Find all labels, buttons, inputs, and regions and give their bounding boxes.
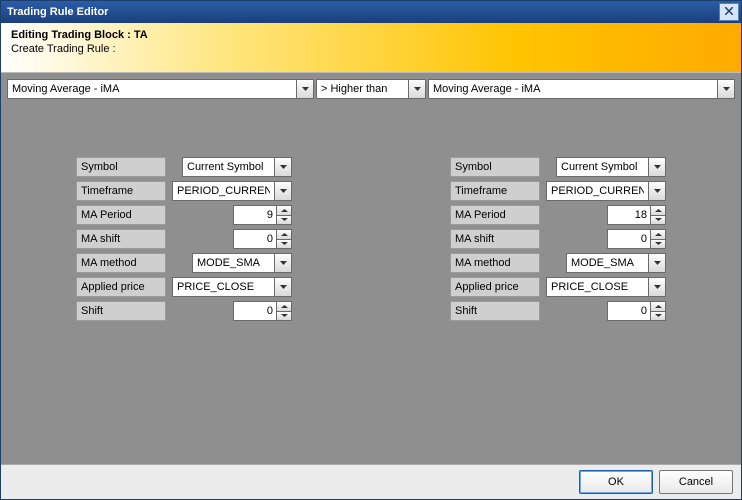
label-ma-shift: MA shift	[76, 229, 166, 249]
left-ma-shift-input[interactable]	[234, 230, 276, 248]
left-symbol-input[interactable]	[183, 158, 274, 176]
left-shift-stepper[interactable]	[233, 301, 292, 321]
right-ma-method-combo[interactable]	[566, 253, 666, 273]
dropdown-button[interactable]	[648, 158, 665, 176]
right-indicator-input[interactable]	[429, 80, 717, 98]
right-symbol-combo[interactable]	[556, 157, 666, 177]
window: Trading Rule Editor Editing Trading Bloc…	[0, 0, 742, 500]
label-applied-price: Applied price	[450, 277, 540, 297]
right-symbol-input[interactable]	[557, 158, 648, 176]
spinner[interactable]	[276, 206, 291, 224]
label-ma-period: MA Period	[76, 205, 166, 225]
rule-row	[1, 73, 741, 101]
label-ma-period: MA Period	[450, 205, 540, 225]
banner-sub: Create Trading Rule :	[11, 43, 731, 55]
left-ma-period-input[interactable]	[234, 206, 276, 224]
dropdown-button[interactable]	[274, 278, 291, 296]
right-indicator-combo[interactable]	[428, 79, 735, 99]
ok-button[interactable]: OK	[579, 470, 653, 494]
dropdown-button[interactable]	[274, 254, 291, 272]
left-indicator-input[interactable]	[8, 80, 296, 98]
right-applied-price-input[interactable]	[547, 278, 648, 296]
window-title: Trading Rule Editor	[7, 6, 108, 18]
label-symbol: Symbol	[450, 157, 540, 177]
dropdown-button[interactable]	[648, 182, 665, 200]
right-ma-shift-stepper[interactable]	[607, 229, 666, 249]
close-icon	[725, 6, 733, 18]
left-applied-price-input[interactable]	[173, 278, 274, 296]
close-button[interactable]	[719, 3, 739, 21]
spinner[interactable]	[650, 302, 665, 320]
label-timeframe: Timeframe	[450, 181, 540, 201]
right-applied-price-combo[interactable]	[546, 277, 666, 297]
label-ma-method: MA method	[450, 253, 540, 273]
left-timeframe-combo[interactable]	[172, 181, 292, 201]
dropdown-button[interactable]	[648, 254, 665, 272]
left-shift-input[interactable]	[234, 302, 276, 320]
parameters-panel: Symbol Timeframe MA Period MA shift MA m…	[1, 101, 741, 464]
footer: OK Cancel	[1, 464, 741, 499]
dropdown-button[interactable]	[648, 278, 665, 296]
cancel-button[interactable]: Cancel	[659, 470, 733, 494]
banner: Editing Trading Block : TA Create Tradin…	[1, 23, 741, 73]
left-timeframe-input[interactable]	[173, 182, 274, 200]
right-ma-period-stepper[interactable]	[607, 205, 666, 225]
operator-input[interactable]	[317, 80, 408, 98]
right-ma-shift-input[interactable]	[608, 230, 650, 248]
spinner[interactable]	[276, 302, 291, 320]
left-indicator-combo[interactable]	[7, 79, 314, 99]
operator-combo[interactable]	[316, 79, 426, 99]
left-ma-period-stepper[interactable]	[233, 205, 292, 225]
dropdown-button[interactable]	[296, 80, 313, 98]
right-params: Symbol Timeframe MA Period MA shift MA m…	[381, 105, 735, 464]
spinner[interactable]	[650, 206, 665, 224]
right-ma-method-input[interactable]	[567, 254, 648, 272]
left-params: Symbol Timeframe MA Period MA shift MA m…	[7, 105, 361, 464]
dropdown-button[interactable]	[274, 182, 291, 200]
label-timeframe: Timeframe	[76, 181, 166, 201]
ok-label: OK	[608, 476, 624, 488]
banner-heading: Editing Trading Block : TA	[11, 29, 731, 41]
right-shift-stepper[interactable]	[607, 301, 666, 321]
right-shift-input[interactable]	[608, 302, 650, 320]
left-ma-method-combo[interactable]	[192, 253, 292, 273]
left-symbol-combo[interactable]	[182, 157, 292, 177]
label-ma-method: MA method	[76, 253, 166, 273]
spinner[interactable]	[650, 230, 665, 248]
dropdown-button[interactable]	[274, 158, 291, 176]
right-timeframe-combo[interactable]	[546, 181, 666, 201]
cancel-label: Cancel	[679, 476, 713, 488]
label-ma-shift: MA shift	[450, 229, 540, 249]
dropdown-button[interactable]	[408, 80, 425, 98]
titlebar: Trading Rule Editor	[1, 1, 741, 23]
right-ma-period-input[interactable]	[608, 206, 650, 224]
right-timeframe-input[interactable]	[547, 182, 648, 200]
label-shift: Shift	[450, 301, 540, 321]
left-applied-price-combo[interactable]	[172, 277, 292, 297]
left-ma-method-input[interactable]	[193, 254, 274, 272]
label-symbol: Symbol	[76, 157, 166, 177]
left-ma-shift-stepper[interactable]	[233, 229, 292, 249]
dropdown-button[interactable]	[717, 80, 734, 98]
spinner[interactable]	[276, 230, 291, 248]
label-shift: Shift	[76, 301, 166, 321]
label-applied-price: Applied price	[76, 277, 166, 297]
